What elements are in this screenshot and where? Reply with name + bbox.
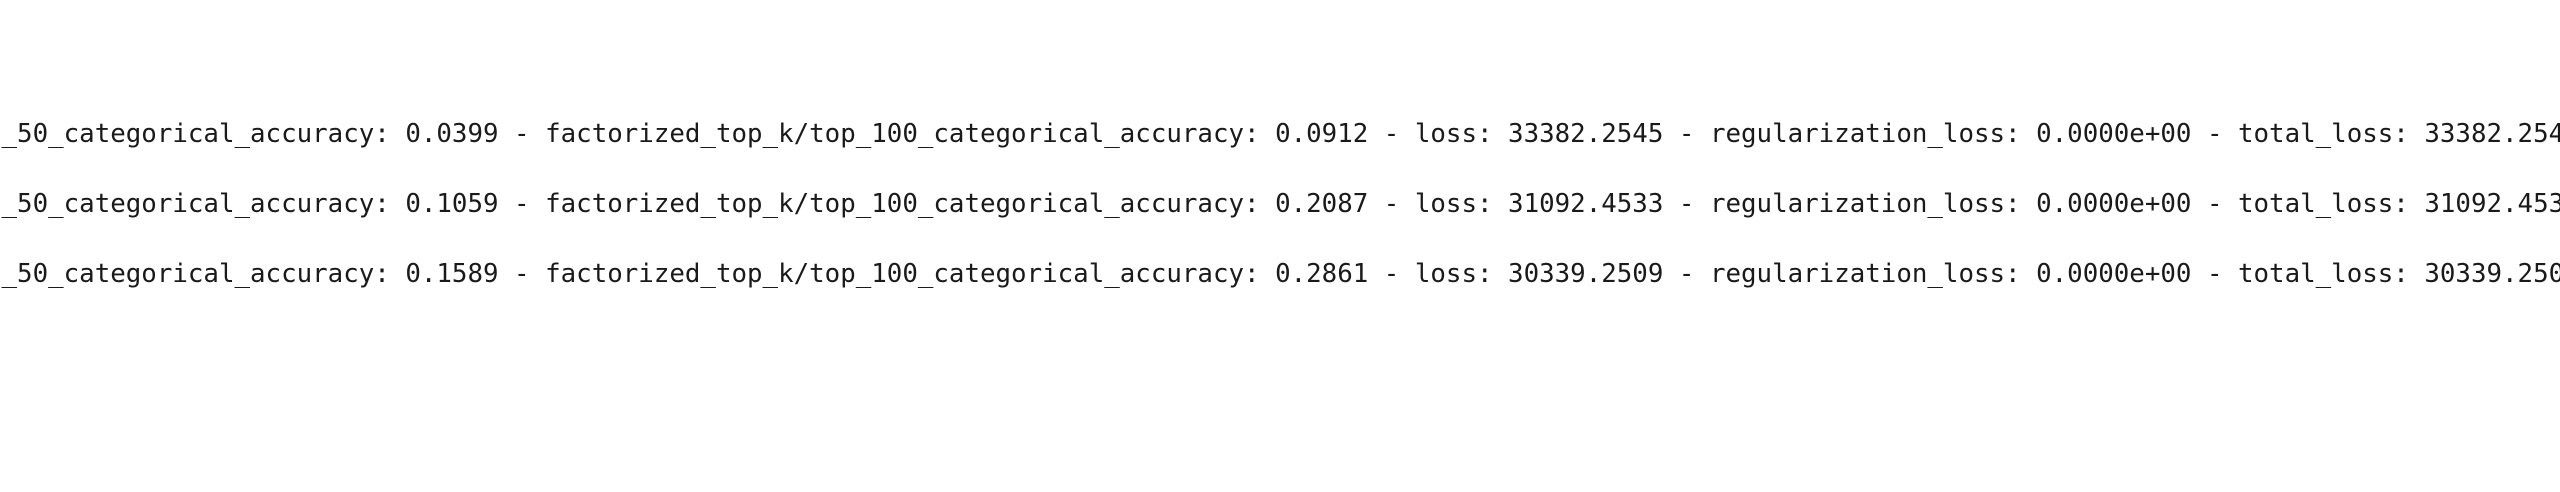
- log-line-epoch-3: p_50_categorical_accuracy: 0.1589 - fact…: [0, 259, 2560, 289]
- log-line-epoch-1: p_50_categorical_accuracy: 0.0399 - fact…: [0, 119, 2560, 149]
- log-line-epoch-2: p_50_categorical_accuracy: 0.1059 - fact…: [0, 189, 2560, 219]
- training-log-output: p_50_categorical_accuracy: 0.0399 - fact…: [0, 0, 2560, 492]
